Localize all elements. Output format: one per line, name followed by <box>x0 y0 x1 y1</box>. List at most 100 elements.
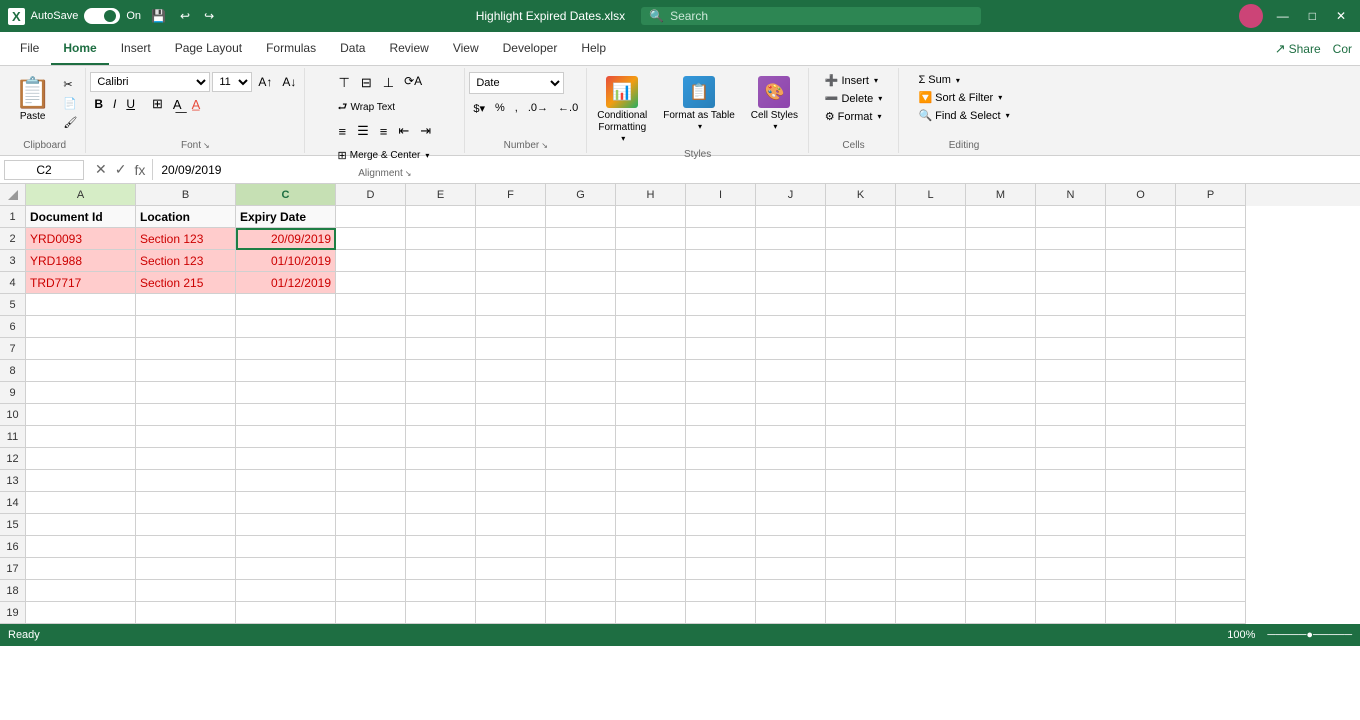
col-header-e[interactable]: E <box>406 184 476 206</box>
list-item[interactable] <box>686 272 756 294</box>
increase-indent-button[interactable]: ⇥ <box>415 120 436 142</box>
list-item[interactable] <box>1106 294 1176 316</box>
list-item[interactable] <box>136 448 236 470</box>
list-item[interactable] <box>546 470 616 492</box>
align-middle-button[interactable]: ⊟ <box>356 72 377 94</box>
list-item[interactable] <box>406 602 476 624</box>
list-item[interactable] <box>966 294 1036 316</box>
list-item[interactable] <box>336 448 406 470</box>
list-item[interactable] <box>686 360 756 382</box>
list-item[interactable] <box>1036 470 1106 492</box>
list-item[interactable] <box>826 448 896 470</box>
list-item[interactable] <box>966 448 1036 470</box>
tab-insert[interactable]: Insert <box>109 32 163 65</box>
list-item[interactable] <box>546 558 616 580</box>
list-item[interactable] <box>756 602 826 624</box>
redo-icon[interactable]: ↪ <box>200 7 218 25</box>
cell-styles-arrow[interactable]: ▾ <box>773 122 777 131</box>
col-header-p[interactable]: P <box>1176 184 1246 206</box>
list-item[interactable] <box>26 580 136 602</box>
list-item[interactable] <box>136 294 236 316</box>
list-item[interactable] <box>1106 206 1176 228</box>
list-item[interactable] <box>136 382 236 404</box>
align-bottom-button[interactable]: ⊥ <box>378 72 399 94</box>
row-header[interactable]: 15 <box>0 514 26 536</box>
list-item[interactable] <box>616 250 686 272</box>
list-item[interactable] <box>406 316 476 338</box>
list-item[interactable] <box>136 492 236 514</box>
list-item[interactable] <box>966 316 1036 338</box>
border-button[interactable]: ⊞ <box>148 94 167 114</box>
list-item[interactable] <box>476 338 546 360</box>
list-item[interactable] <box>336 228 406 250</box>
list-item[interactable] <box>476 602 546 624</box>
list-item[interactable] <box>1176 602 1246 624</box>
list-item[interactable] <box>1036 536 1106 558</box>
increase-decimal-button[interactable]: ←.0 <box>554 98 582 118</box>
list-item[interactable] <box>406 558 476 580</box>
list-item[interactable] <box>476 228 546 250</box>
list-item[interactable] <box>336 602 406 624</box>
number-expand-icon[interactable]: ↘ <box>541 141 548 150</box>
list-item[interactable] <box>966 470 1036 492</box>
list-item[interactable] <box>26 470 136 492</box>
list-item[interactable] <box>546 228 616 250</box>
list-item[interactable] <box>476 536 546 558</box>
format-as-table-button[interactable]: 📋 Format as Table ▾ <box>657 72 741 135</box>
list-item[interactable] <box>826 228 896 250</box>
decrease-indent-button[interactable]: ⇤ <box>393 120 414 142</box>
list-item[interactable] <box>826 272 896 294</box>
list-item[interactable] <box>826 382 896 404</box>
list-item[interactable] <box>756 294 826 316</box>
list-item[interactable] <box>1176 360 1246 382</box>
list-item[interactable] <box>686 338 756 360</box>
merge-center-button[interactable]: ⊞ Merge & Center ▾ <box>334 144 434 166</box>
list-item[interactable] <box>686 580 756 602</box>
list-item[interactable] <box>136 580 236 602</box>
list-item[interactable] <box>1036 492 1106 514</box>
list-item[interactable] <box>1106 536 1176 558</box>
currency-button[interactable]: $▾ <box>469 98 489 118</box>
list-item[interactable] <box>476 514 546 536</box>
list-item[interactable] <box>896 382 966 404</box>
list-item[interactable] <box>406 514 476 536</box>
list-item[interactable] <box>966 404 1036 426</box>
list-item[interactable] <box>1036 206 1106 228</box>
list-item[interactable] <box>686 382 756 404</box>
list-item[interactable] <box>546 360 616 382</box>
format-painter-button[interactable]: 🖌 <box>59 114 81 131</box>
list-item[interactable] <box>756 426 826 448</box>
window-close[interactable]: ✕ <box>1330 7 1352 25</box>
list-item[interactable] <box>616 338 686 360</box>
paste-button[interactable]: 📋 Paste <box>8 72 57 126</box>
list-item[interactable] <box>1106 602 1176 624</box>
list-item[interactable] <box>136 514 236 536</box>
list-item[interactable]: 01/10/2019 <box>236 250 336 272</box>
list-item[interactable] <box>1036 228 1106 250</box>
sort-filter-arrow[interactable]: ▾ <box>998 93 1002 102</box>
list-item[interactable] <box>1176 558 1246 580</box>
list-item[interactable] <box>826 536 896 558</box>
list-item[interactable] <box>406 250 476 272</box>
increase-font-button[interactable]: A↑ <box>254 72 276 92</box>
font-family-select[interactable]: Calibri <box>90 72 210 92</box>
list-item[interactable] <box>236 514 336 536</box>
list-item[interactable] <box>336 382 406 404</box>
list-item[interactable] <box>1176 492 1246 514</box>
tab-view[interactable]: View <box>441 32 491 65</box>
list-item[interactable] <box>616 316 686 338</box>
font-color-button[interactable]: A̲ <box>188 94 205 114</box>
list-item[interactable] <box>1106 448 1176 470</box>
search-input[interactable] <box>670 9 930 23</box>
list-item[interactable] <box>546 250 616 272</box>
window-minimize[interactable]: — <box>1271 7 1295 25</box>
list-item[interactable] <box>406 580 476 602</box>
list-item[interactable] <box>896 228 966 250</box>
decrease-decimal-button[interactable]: .0→ <box>524 98 552 118</box>
list-item[interactable] <box>236 382 336 404</box>
list-item[interactable] <box>756 382 826 404</box>
col-header-l[interactable]: L <box>896 184 966 206</box>
list-item[interactable] <box>616 228 686 250</box>
row-header[interactable]: 3 <box>0 250 26 272</box>
list-item[interactable] <box>686 316 756 338</box>
